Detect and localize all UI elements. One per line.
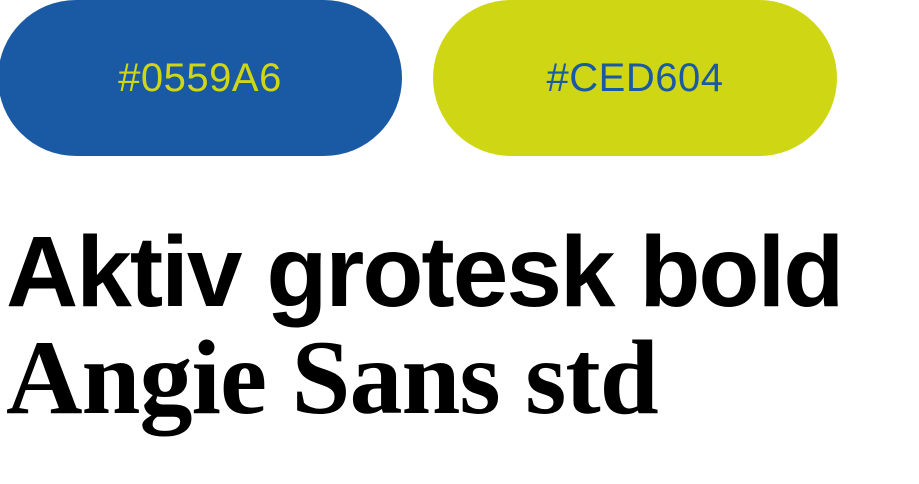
color-swatch-blue: #0559A6: [0, 0, 402, 156]
font-name-secondary: Angie Sans std: [6, 319, 659, 436]
font-name-primary: Aktiv grotesk bold: [6, 216, 844, 328]
color-swatch-lime: #CED604: [433, 0, 837, 156]
